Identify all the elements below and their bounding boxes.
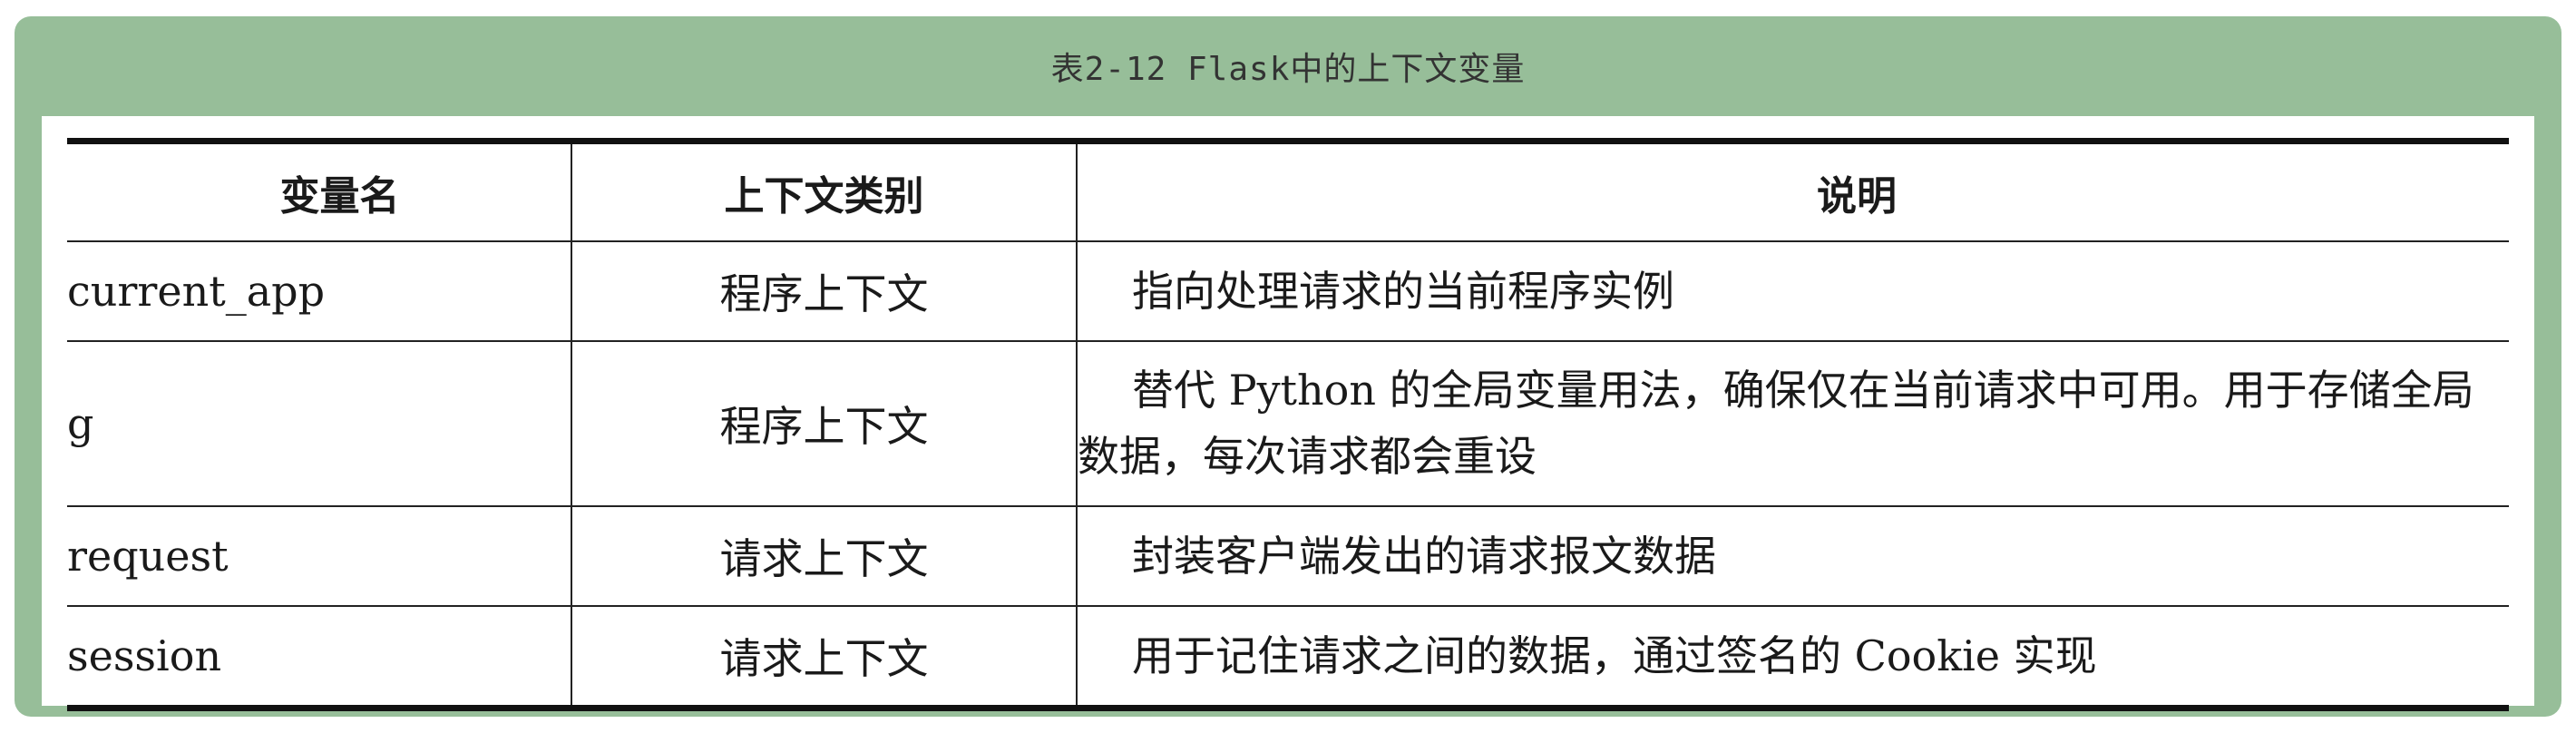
- variable-name-cell: session: [67, 606, 572, 709]
- variable-name-cell: current_app: [67, 241, 572, 342]
- table-row: current_app 程序上下文 指向处理请求的当前程序实例: [67, 241, 2509, 342]
- context-variables-table: 变量名 上下文类别 说明 current_app 程序上下文 指向处理请求的当前…: [67, 138, 2509, 711]
- description-text: 指向处理请求的当前程序实例: [1132, 266, 1674, 316]
- description-cell: 替代 Python 的全局变量用法，确保仅在当前请求中可用。用于存储全局数据，每…: [1077, 341, 2509, 507]
- table-panel: 变量名 上下文类别 说明 current_app 程序上下文 指向处理请求的当前…: [42, 116, 2534, 709]
- context-category-cell: 请求上下文: [571, 606, 1078, 709]
- table-caption: 表2-12 Flask中的上下文变量: [1050, 51, 1526, 88]
- context-category-cell: 程序上下文: [571, 241, 1078, 342]
- description-text: 封装客户端发出的请求报文数据: [1132, 531, 1716, 581]
- description-cell: 指向处理请求的当前程序实例: [1077, 241, 2509, 342]
- context-category-cell: 请求上下文: [571, 506, 1078, 607]
- description-text: 替代 Python 的全局变量用法，确保仅在当前请求中可用。用于存储全局数据，每…: [1078, 366, 2474, 481]
- table-row: session 请求上下文 用于记住请求之间的数据，通过签名的 Cookie 实…: [67, 606, 2509, 709]
- description-cell: 封装客户端发出的请求报文数据: [1077, 506, 2509, 607]
- table-row: g 程序上下文 替代 Python 的全局变量用法，确保仅在当前请求中可用。用于…: [67, 341, 2509, 507]
- header-description: 说明: [1077, 141, 2509, 242]
- variable-name-cell: g: [67, 341, 572, 507]
- table-header-row: 变量名 上下文类别 说明: [67, 141, 2509, 242]
- variable-name-cell: request: [67, 506, 572, 607]
- context-category-cell: 程序上下文: [571, 341, 1078, 507]
- header-variable-name: 变量名: [67, 141, 572, 242]
- table-frame: 表2-12 Flask中的上下文变量 变量名 上下文类别 说明 current_…: [15, 16, 2561, 717]
- table-row: request 请求上下文 封装客户端发出的请求报文数据: [67, 506, 2509, 607]
- description-cell: 用于记住请求之间的数据，通过签名的 Cookie 实现: [1077, 606, 2509, 709]
- header-context-category: 上下文类别: [571, 141, 1078, 242]
- description-text: 用于记住请求之间的数据，通过签名的 Cookie 实现: [1132, 630, 2097, 680]
